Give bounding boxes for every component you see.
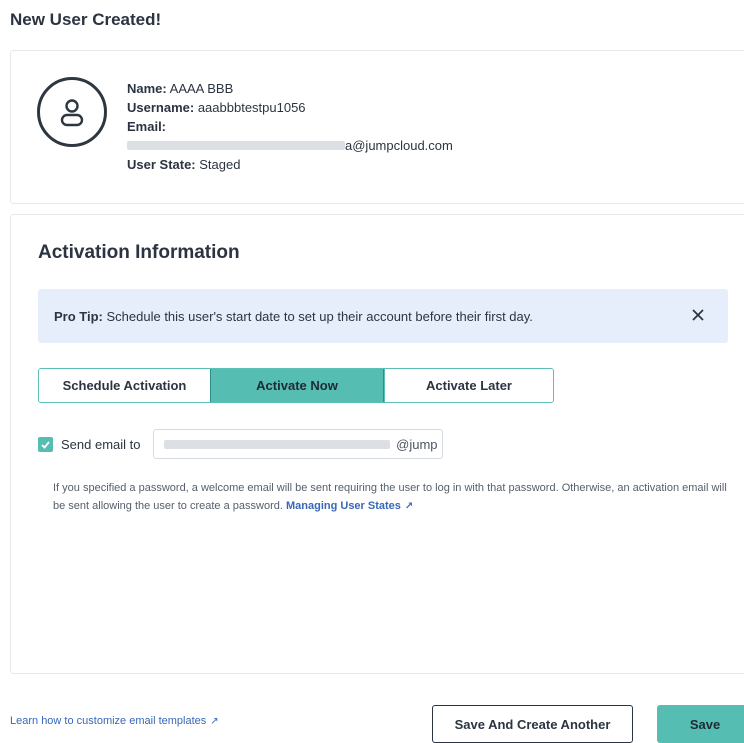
send-email-checkbox[interactable] (38, 436, 53, 452)
activate-later-button[interactable]: Activate Later (384, 369, 553, 402)
user-avatar-icon (37, 77, 107, 147)
user-info: Name: AAAA BBB Username: aaabbbtestpu105… (127, 79, 453, 174)
name-label: Name: (127, 81, 167, 96)
external-link-icon: ↗ (404, 501, 414, 512)
managing-user-states-link-label: Managing User States (285, 500, 401, 512)
save-and-create-another-button[interactable]: Save And Create Another (432, 705, 633, 743)
pro-tip-label: Pro Tip: (54, 308, 103, 324)
state-label: User State: (127, 157, 196, 172)
user-name: AAAA BBB (169, 81, 234, 96)
page-title: New User Created! (10, 10, 162, 29)
activation-options: Schedule Activation Activate Now Activat… (38, 368, 554, 403)
username-label: Username: (127, 100, 195, 115)
activation-help-text: If you specified a password, a welcome e… (53, 479, 733, 516)
email-label: Email: (127, 119, 167, 134)
pro-tip-banner: Pro Tip: Schedule this user's start date… (38, 289, 728, 343)
close-icon[interactable] (688, 305, 708, 325)
redacted-email-input (163, 439, 391, 449)
user-username: aaabbbtestpu1056 (197, 100, 306, 115)
activation-card: Activation Information Pro Tip: Schedule… (10, 214, 744, 674)
managing-user-states-link[interactable]: Managing User States ↗ (286, 500, 413, 512)
customize-email-templates-label: Learn how to customize email templates (10, 715, 207, 727)
external-link-icon: ↗ (210, 716, 219, 727)
pro-tip-text: Schedule this user's start date to set u… (106, 308, 533, 324)
save-button[interactable]: Save (657, 705, 744, 743)
activation-title: Activation Information (38, 242, 240, 263)
schedule-activation-button[interactable]: Schedule Activation (39, 369, 210, 402)
user-summary-card: Name: AAAA BBB Username: aaabbbtestpu105… (10, 50, 744, 204)
email-domain-fragment: @jump (396, 436, 438, 452)
send-email-input[interactable]: @jump (152, 429, 443, 459)
customize-email-templates-link[interactable]: Learn how to customize email templates ↗ (10, 715, 219, 727)
send-email-label: Send email to (61, 436, 141, 452)
user-state: Staged (199, 157, 241, 172)
send-email-row: Send email to @jump (38, 429, 443, 459)
user-email-suffix: a@jumpcloud.com (345, 138, 453, 153)
user-email: a@jumpcloud.com (127, 136, 453, 155)
activate-now-button[interactable]: Activate Now (210, 369, 384, 402)
redacted-email (127, 141, 345, 150)
